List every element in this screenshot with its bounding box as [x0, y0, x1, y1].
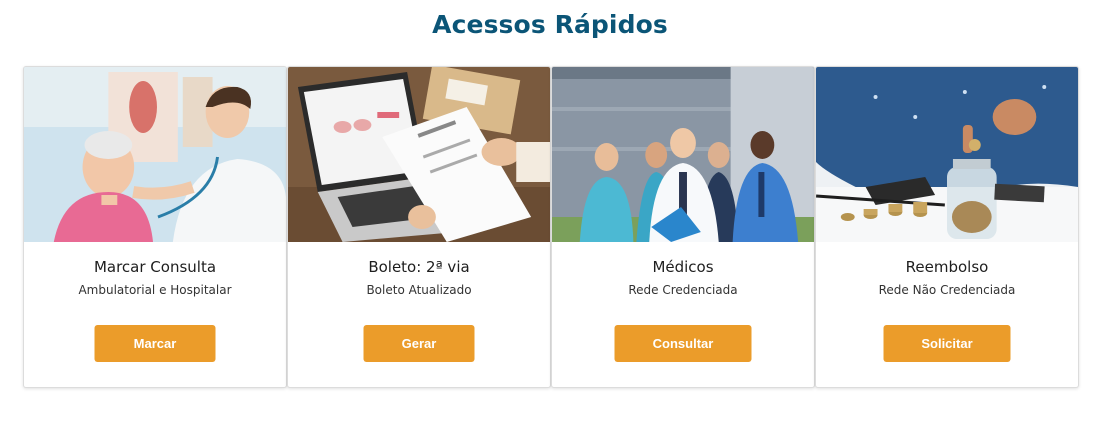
cards-row: Marcar Consulta Ambulatorial e Hospitala…: [23, 66, 1079, 388]
card-boleto: Boleto: 2ª via Boleto Atualizado Gerar: [287, 66, 551, 388]
card-marcar-consulta: Marcar Consulta Ambulatorial e Hospitala…: [23, 66, 287, 388]
marcar-button[interactable]: Marcar: [94, 325, 216, 362]
coins-jar-illustration: [816, 67, 1078, 242]
card-subtitle: Rede Credenciada: [628, 283, 738, 297]
solicitar-button[interactable]: Solicitar: [883, 325, 1011, 362]
card-image-medical-team: [552, 67, 814, 242]
section-title: Acessos Rápidos: [432, 10, 668, 39]
card-subtitle: Boleto Atualizado: [366, 283, 472, 297]
card-image-coins-jar: [816, 67, 1078, 242]
gerar-button[interactable]: Gerar: [363, 325, 475, 362]
card-reembolso: Reembolso Rede Não Credenciada Solicitar: [815, 66, 1079, 388]
card-title: Reembolso: [905, 258, 989, 276]
card-title: Médicos: [652, 258, 714, 276]
medical-team-illustration: [552, 67, 814, 242]
card-medicos: Médicos Rede Credenciada Consultar: [551, 66, 815, 388]
laptop-invoice-illustration: [288, 67, 550, 242]
card-subtitle: Ambulatorial e Hospitalar: [78, 283, 232, 297]
consultar-button[interactable]: Consultar: [614, 325, 752, 362]
card-title: Marcar Consulta: [93, 258, 217, 276]
quick-access-section: Acessos Rápidos Marcar Consulta Ambulato…: [0, 0, 1095, 427]
doctor-patient-illustration: [24, 67, 286, 242]
card-title: Boleto: 2ª via: [368, 258, 470, 276]
card-subtitle: Rede Não Credenciada: [878, 283, 1016, 297]
card-image-laptop-invoice: [288, 67, 550, 242]
card-image-doctor-patient: [24, 67, 286, 242]
